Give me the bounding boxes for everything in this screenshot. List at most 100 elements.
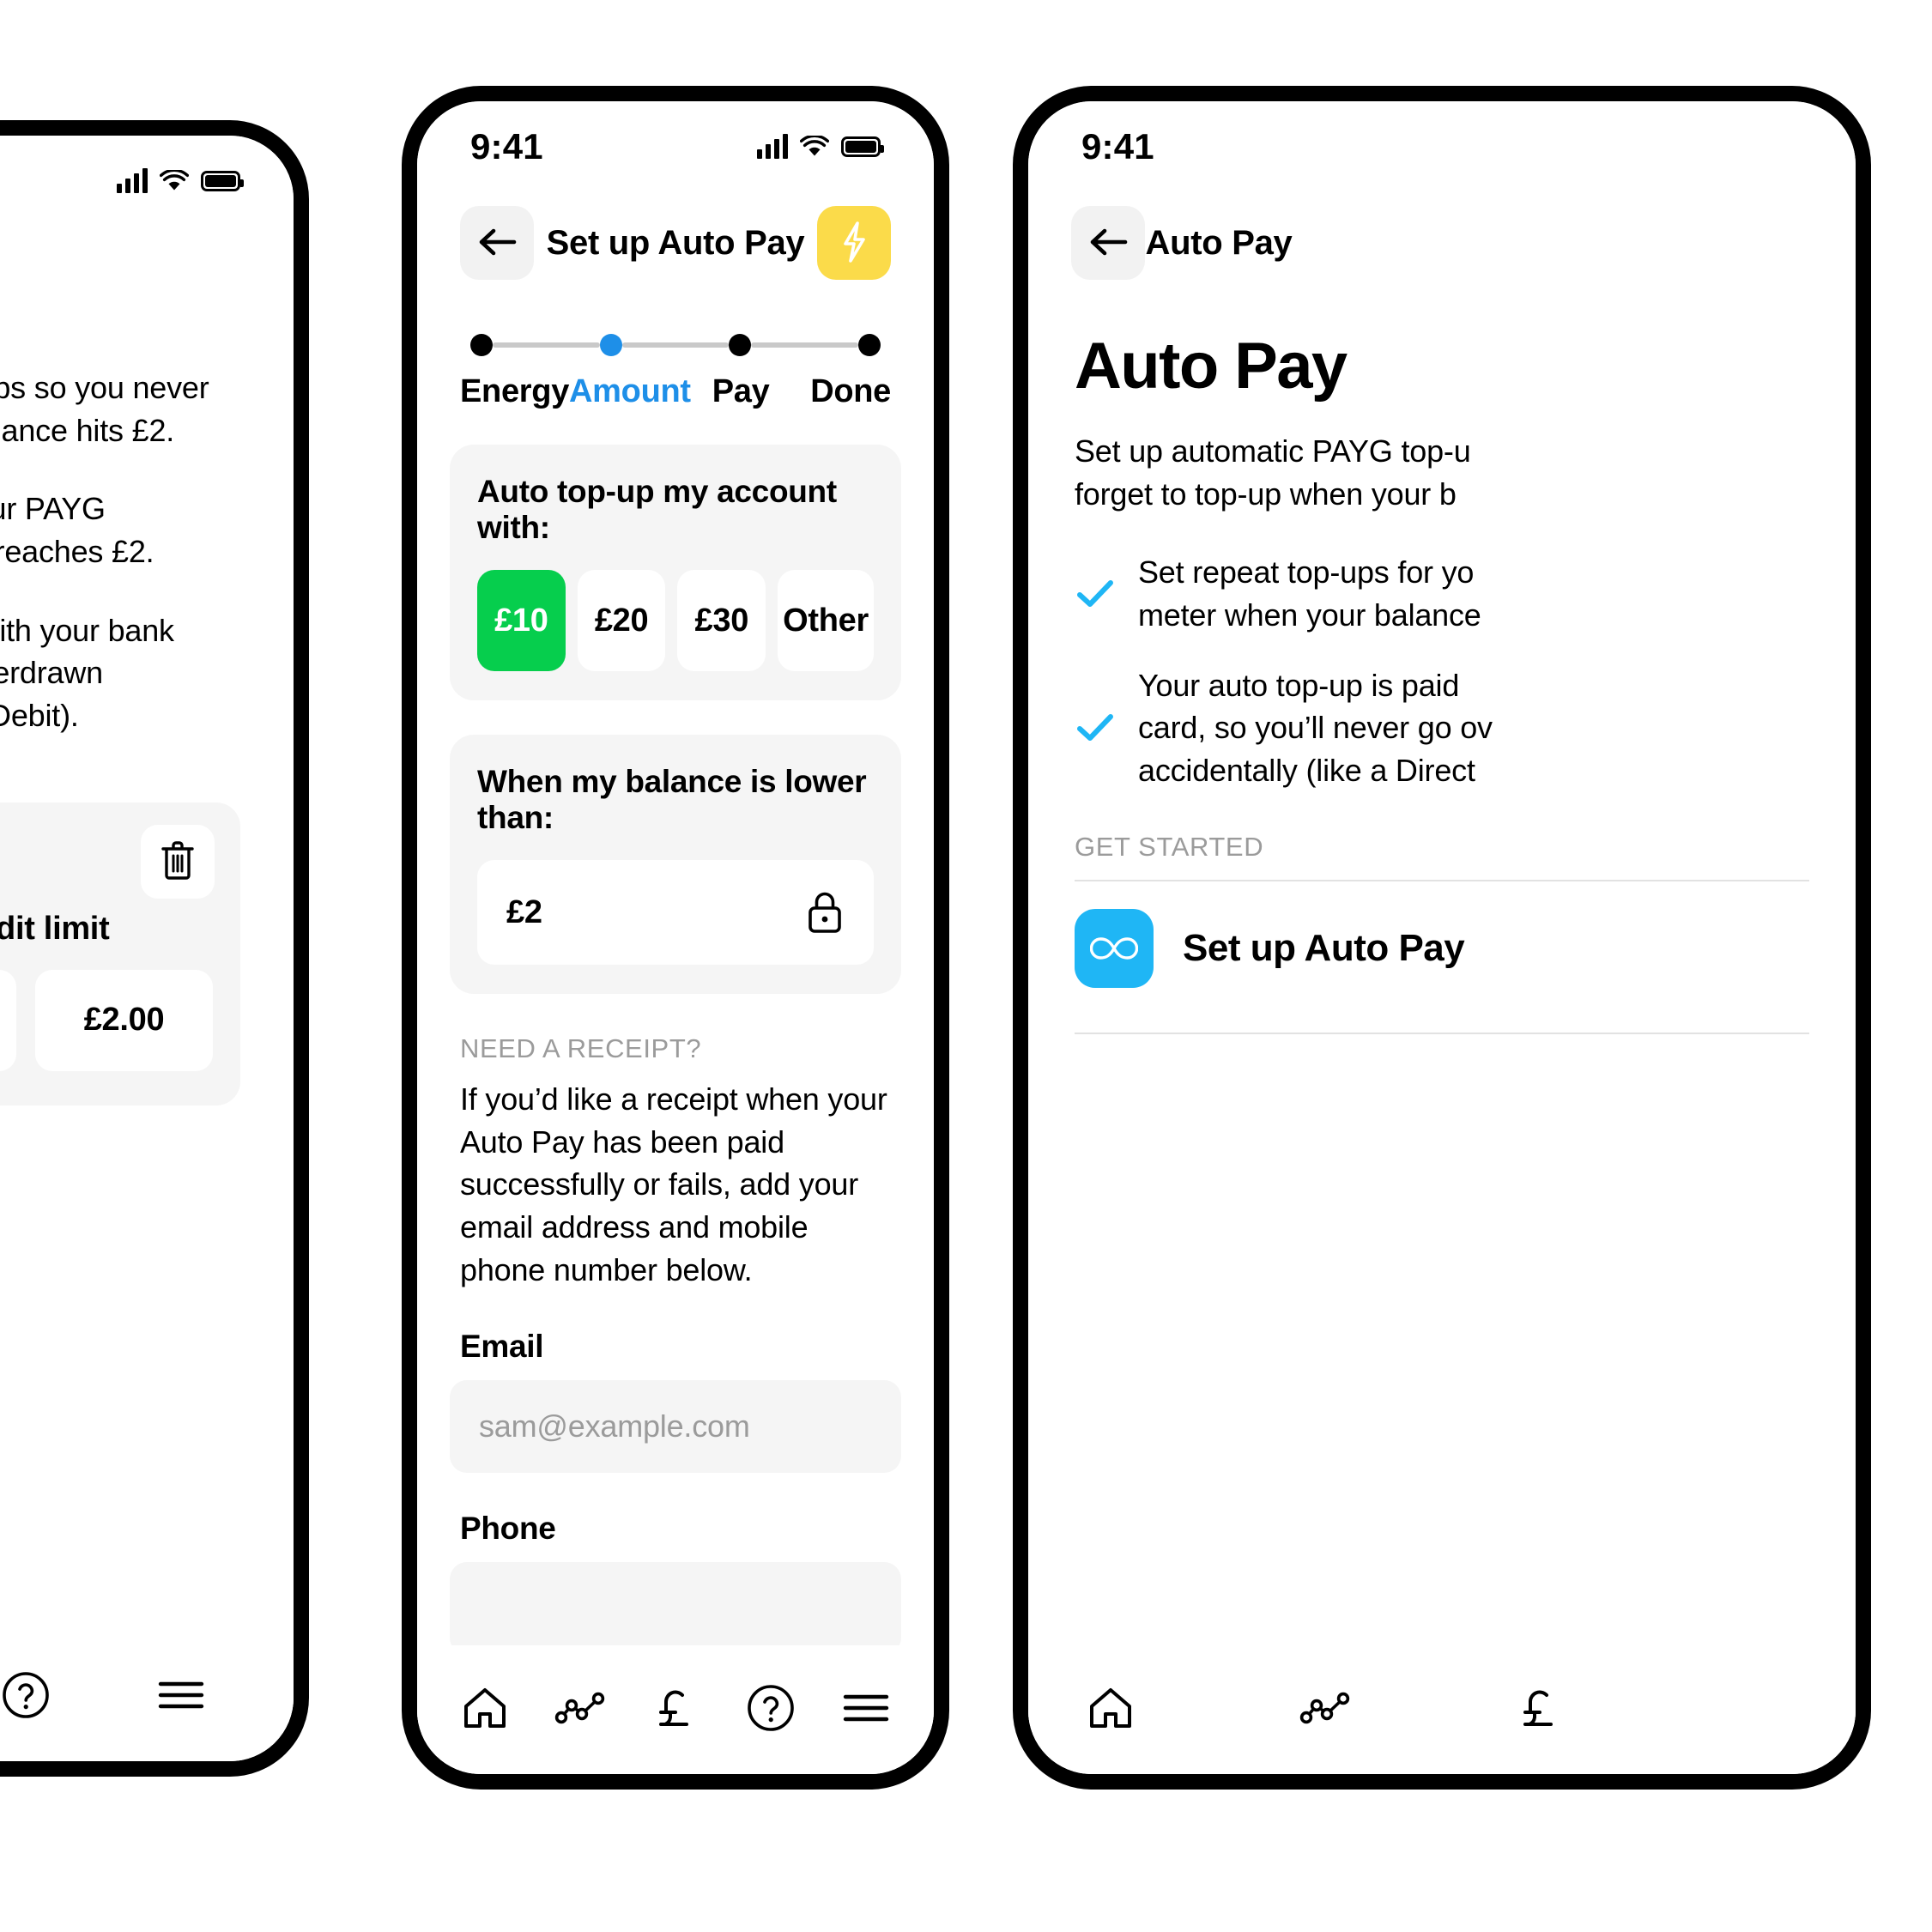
center-nav-bar: Set up Auto Pay	[417, 191, 934, 294]
tab-pay[interactable]	[1497, 1667, 1583, 1753]
usage-graph-icon	[554, 1689, 607, 1731]
phone-input[interactable]	[450, 1562, 901, 1656]
status-icons	[757, 133, 884, 159]
amount-option-20[interactable]: £20	[577, 570, 666, 671]
step-label-amount[interactable]: Amount	[569, 373, 691, 410]
left-spacer	[0, 329, 240, 366]
center-status-bar: 9:41	[417, 101, 934, 191]
credit-limit-fields: £2.00	[0, 969, 213, 1071]
menu-icon	[157, 1678, 205, 1717]
help-circle-icon	[1, 1670, 51, 1724]
step-dot-pay[interactable]	[729, 334, 752, 356]
left-para3-line3: (like a Direct Debit).	[0, 698, 79, 734]
amount-options: £10 £20 £30 Other	[477, 570, 875, 671]
signal-icon	[117, 167, 148, 193]
pound-icon	[1517, 1683, 1562, 1737]
tab-help[interactable]	[728, 1667, 814, 1753]
lightning-bolt-icon	[838, 220, 870, 267]
check-icon	[1075, 579, 1116, 609]
battery-icon	[841, 136, 884, 157]
step-dot-amount[interactable]	[599, 334, 622, 356]
wifi-icon	[159, 168, 190, 192]
credit-limit-field-left[interactable]	[0, 969, 16, 1071]
phone-label: Phone	[460, 1511, 556, 1547]
back-arrow-icon	[1087, 227, 1129, 260]
amount-option-other[interactable]: Other	[778, 570, 875, 671]
right-content: Auto Pay Set up automatic PAYG top-u for…	[1028, 334, 1856, 1034]
credit-limit-card: Credit limit £2.00	[0, 802, 240, 1105]
back-button[interactable]	[460, 206, 534, 280]
left-nav-bar: Auto Pay	[0, 226, 294, 329]
tab-usage[interactable]	[537, 1667, 623, 1753]
amount-option-10[interactable]: £10	[477, 570, 566, 671]
set-up-auto-pay-row[interactable]: Set up Auto Pay	[1075, 881, 1809, 1015]
step-dot-energy[interactable]	[470, 334, 493, 356]
benefit-2-line-1: Your auto top-up is paid	[1138, 667, 1460, 703]
topup-amount-card: Auto top-up my account with: £10 £20 £30…	[450, 445, 901, 700]
email-input[interactable]: sam@example.com	[450, 1380, 901, 1474]
benefit-1-line-2: meter when your balance	[1138, 597, 1481, 633]
step-dot-done[interactable]	[858, 334, 881, 356]
right-tab-bar	[1028, 1645, 1856, 1774]
intro-line-2: forget to top-up when your b	[1075, 475, 1457, 512]
receipt-body-text: If you’d like a receipt when your Auto P…	[460, 1081, 887, 1287]
list-item-text: Set repeat top-ups for yo meter when you…	[1138, 551, 1481, 636]
topup-amount-title: Auto top-up my account with:	[477, 474, 837, 545]
list-item: Your auto top-up is paid card, so you’ll…	[1075, 664, 1809, 792]
delete-button[interactable]	[141, 824, 215, 899]
amount-option-30[interactable]: £30	[677, 570, 766, 671]
set-up-auto-pay-label: Set up Auto Pay	[1183, 926, 1465, 969]
wifi-icon	[799, 134, 830, 158]
balance-threshold-field[interactable]: £2	[477, 860, 874, 965]
stepper-labels: Energy Amount Pay Done	[460, 373, 891, 410]
step-label-pay[interactable]: Pay	[691, 373, 791, 410]
receipt-section-label: NEED A RECEIPT?	[460, 1033, 702, 1063]
phone-left: Auto Pay c PAYG top-ups so you never whe…	[0, 120, 309, 1777]
credit-limit-value[interactable]: £2.00	[35, 969, 213, 1071]
battery-icon	[201, 170, 244, 191]
right-nav-bar: Auto Pay	[1028, 191, 1856, 294]
tab-home[interactable]	[442, 1667, 528, 1753]
boost-button[interactable]	[817, 206, 891, 280]
tab-menu[interactable]	[138, 1654, 224, 1740]
left-para2-line1: op-ups for your PAYG	[0, 491, 106, 527]
check-icon	[1075, 713, 1116, 742]
step-segment-2	[621, 342, 730, 348]
tab-pay[interactable]	[633, 1667, 718, 1753]
tab-home[interactable]	[1068, 1667, 1154, 1753]
back-button[interactable]	[1071, 206, 1145, 280]
phone-center-screen: 9:41 Set up Auto Pay Energy Amount Pay D…	[417, 101, 934, 1774]
left-para2-line2: your balance reaches £2.	[0, 534, 154, 570]
left-para3-line1: p-up is paid with your bank	[0, 612, 174, 648]
stepper-track	[460, 334, 891, 356]
benefits-list: Set repeat top-ups for yo meter when you…	[1075, 551, 1809, 791]
auto-pay-heading: Auto Pay	[1075, 330, 1348, 403]
usage-graph-icon	[1299, 1689, 1352, 1731]
list-item-text: Your auto top-up is paid card, so you’ll…	[1138, 664, 1493, 792]
tab-menu[interactable]	[823, 1667, 909, 1753]
left-status-bar	[0, 136, 294, 226]
left-paragraph-1: c PAYG top-ups so you never when your ba…	[0, 366, 240, 451]
signal-icon	[757, 133, 788, 159]
email-label: Email	[460, 1329, 544, 1365]
balance-threshold-value: £2	[506, 893, 542, 930]
step-label-done[interactable]: Done	[790, 373, 891, 410]
benefit-2-line-2: card, so you’ll never go ov	[1138, 710, 1493, 746]
setup-stepper: Energy Amount Pay Done	[417, 294, 934, 410]
left-para1-line1: c PAYG top-ups so you never	[0, 370, 209, 405]
list-item: Set repeat top-ups for yo meter when you…	[1075, 551, 1809, 636]
center-tab-bar	[417, 1645, 934, 1774]
left-tab-bar	[0, 1632, 294, 1761]
left-paragraph-3: p-up is paid with your bank ll never go …	[0, 609, 240, 737]
email-placeholder: sam@example.com	[479, 1408, 750, 1444]
phone-right: 9:41 Auto Pay Auto Pay Set up automatic …	[1013, 86, 1871, 1790]
phone-center: 9:41 Set up Auto Pay Energy Amount Pay D…	[402, 86, 949, 1790]
home-icon	[1087, 1686, 1135, 1735]
tab-help[interactable]	[0, 1654, 69, 1740]
back-arrow-icon	[476, 227, 518, 260]
status-time: 9:41	[1081, 125, 1154, 167]
step-label-energy[interactable]: Energy	[460, 373, 569, 410]
benefit-1-line-1: Set repeat top-ups for yo	[1138, 554, 1475, 591]
tab-usage[interactable]	[1282, 1667, 1368, 1753]
left-para1-line2: when your balance hits £2.	[0, 412, 175, 448]
